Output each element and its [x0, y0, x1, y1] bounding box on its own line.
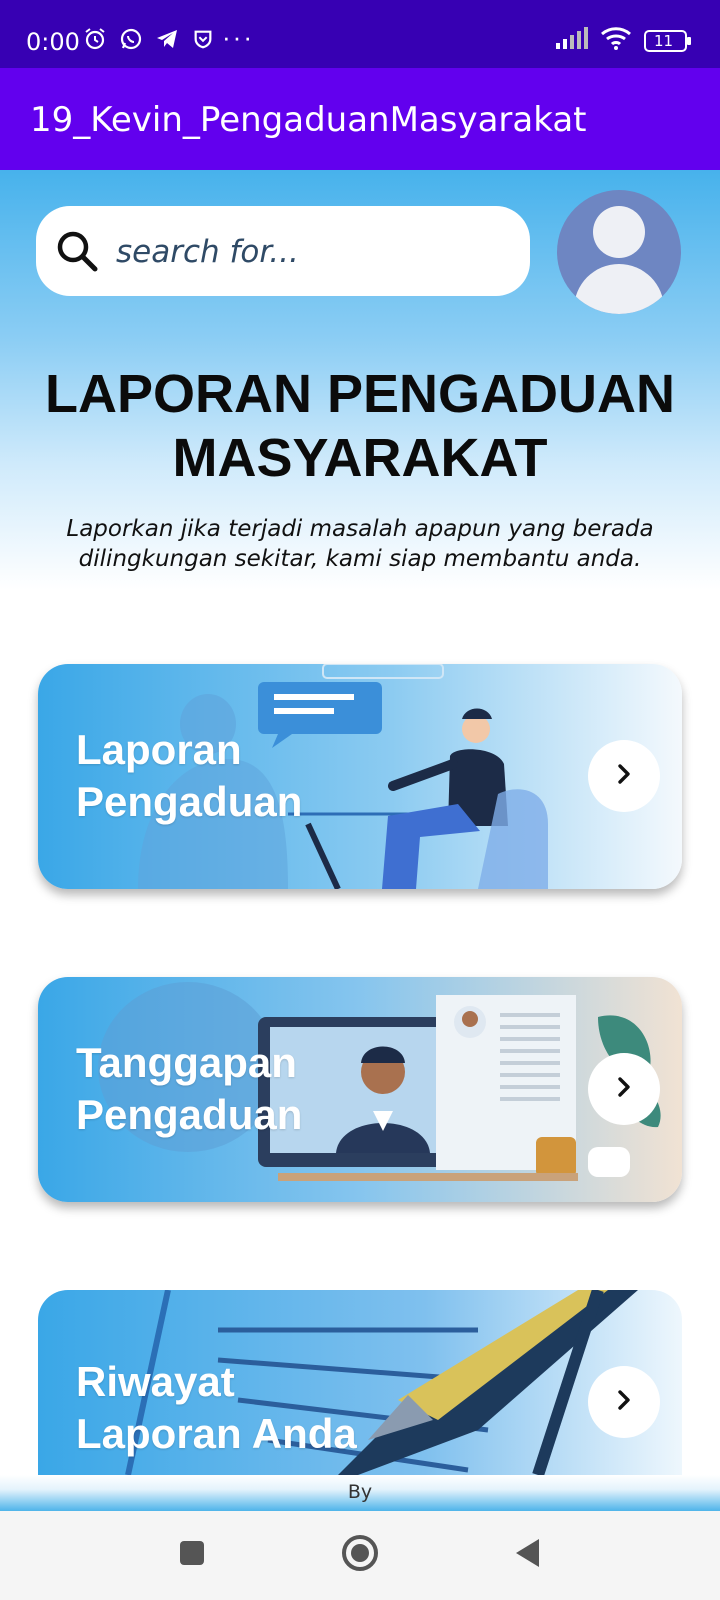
search-icon	[54, 228, 100, 274]
avatar-head-shape	[593, 206, 645, 258]
card-laporan-pengaduan[interactable]: Laporan Pengaduan	[38, 664, 682, 889]
avatar-body-shape	[574, 264, 664, 314]
card-title-line-1: Riwayat	[76, 1358, 235, 1405]
recent-apps-icon	[178, 1539, 206, 1572]
avatar[interactable]	[557, 190, 681, 314]
system-icons: 11	[556, 26, 692, 55]
card-arrow-button[interactable]	[588, 1053, 660, 1125]
page-title-line-1: LAPORAN PENGADUAN	[44, 364, 676, 424]
chevron-right-icon	[615, 1389, 633, 1416]
signal-icon	[556, 27, 588, 54]
home-button[interactable]	[338, 1533, 382, 1577]
card-title-line-2: Pengaduan	[76, 778, 303, 825]
card-title-line-2: Laporan Anda	[76, 1410, 357, 1457]
app-bar: 19_Kevin_PengaduanMasyarakat	[0, 68, 720, 170]
recent-apps-button[interactable]	[170, 1533, 214, 1577]
home-icon	[340, 1533, 380, 1578]
wifi-icon	[600, 26, 632, 55]
whatsapp-icon	[118, 26, 144, 52]
more-notifications-icon: ···	[222, 22, 254, 52]
page-subtitle: Laporkan jika terjadi masalah apapun yan…	[40, 514, 680, 574]
page-subtitle-line-1: Laporkan jika terjadi masalah apapun yan…	[66, 516, 654, 542]
footer-text: By	[347, 1481, 373, 1503]
system-nav-bar	[0, 1511, 720, 1600]
page-title-line-2: MASYARAKAT	[172, 428, 548, 488]
alarm-icon	[82, 26, 108, 52]
card-title-line-1: Tanggapan	[76, 1039, 297, 1086]
notification-icons	[82, 26, 216, 52]
card-title-line-1: Laporan	[76, 726, 242, 773]
header-area: search for... LAPORAN PENGADUAN MASYARAK…	[0, 170, 720, 590]
chevron-right-icon	[615, 1076, 633, 1103]
card-title: Laporan Pengaduan	[76, 724, 302, 828]
shield-icon	[190, 26, 216, 52]
card-arrow-button[interactable]	[588, 740, 660, 812]
chevron-right-icon	[615, 763, 633, 790]
card-title-line-2: Pengaduan	[76, 1091, 303, 1138]
card-riwayat-laporan[interactable]: Riwayat Laporan Anda	[38, 1290, 682, 1475]
battery-level: 11	[654, 31, 674, 50]
page-subtitle-line-2: dilingkungan sekitar, kami siap membantu…	[78, 546, 642, 572]
card-tanggapan-pengaduan[interactable]: Tanggapan Pengaduan	[38, 977, 682, 1202]
page-title: LAPORAN PENGADUAN MASYARAKAT	[0, 362, 720, 490]
card-arrow-button[interactable]	[588, 1366, 660, 1438]
status-bar: 0:00 ··· 11	[0, 0, 720, 68]
back-button[interactable]	[506, 1533, 550, 1577]
footer-bar: By	[0, 1475, 720, 1511]
search-input[interactable]: search for...	[36, 206, 530, 296]
search-placeholder: search for...	[116, 234, 299, 270]
card-title: Tanggapan Pengaduan	[76, 1037, 302, 1141]
app-title: 19_Kevin_PengaduanMasyarakat	[30, 100, 587, 140]
battery-icon: 11	[644, 29, 692, 52]
telegram-icon	[154, 26, 180, 52]
status-time: 0:00	[26, 28, 80, 56]
card-title: Riwayat Laporan Anda	[76, 1356, 357, 1460]
back-icon	[513, 1537, 543, 1574]
